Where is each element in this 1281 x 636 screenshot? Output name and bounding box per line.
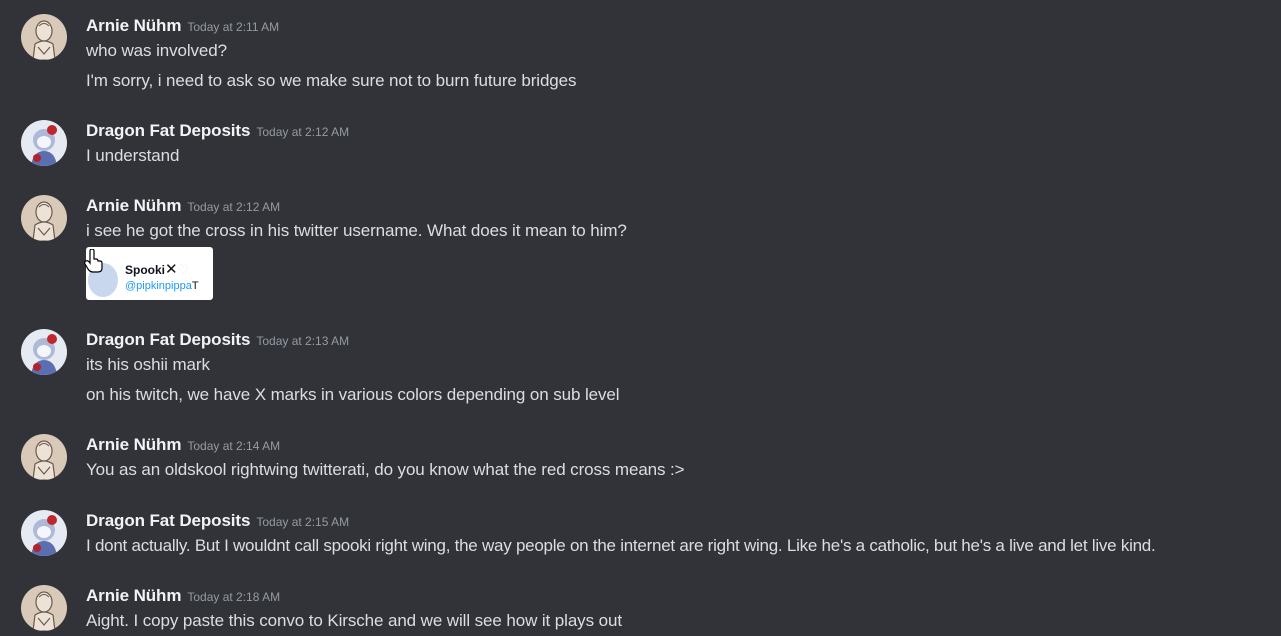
avatar[interactable] — [21, 14, 67, 60]
username[interactable]: Dragon Fat Deposits — [86, 121, 250, 140]
timestamp[interactable]: Today at 2:11 AM — [187, 20, 279, 34]
arnie-avatar-icon — [21, 585, 67, 631]
message-header: Dragon Fat Deposits Today at 2:12 AM — [86, 121, 349, 141]
chat-message-list: Arnie Nühm Today at 2:11 AM who was invol… — [0, 0, 1281, 636]
message-header: Arnie Nühm Today at 2:14 AM — [86, 435, 280, 455]
twitter-handle: @pipkinpippaT — [125, 280, 199, 292]
image-attachment[interactable]: Spooki✕♡ @pipkinpippaT — [86, 247, 213, 300]
message-header: Arnie Nühm Today at 2:12 AM — [86, 196, 280, 216]
message-text: its his oshii mark — [86, 355, 210, 374]
hand-pointer-cursor-icon — [84, 248, 104, 278]
message-header: Dragon Fat Deposits Today at 2:15 AM — [86, 511, 349, 531]
username[interactable]: Dragon Fat Deposits — [86, 330, 250, 349]
avatar[interactable] — [21, 195, 67, 241]
avatar[interactable] — [21, 434, 67, 480]
message-text: I dont actually. But I wouldnt call spoo… — [86, 536, 1156, 555]
timestamp[interactable]: Today at 2:13 AM — [256, 334, 349, 348]
dragon-avatar-icon — [21, 329, 67, 375]
timestamp[interactable]: Today at 2:18 AM — [187, 590, 280, 604]
avatar[interactable] — [21, 329, 67, 375]
message-text: Aight. I copy paste this convo to Kirsch… — [86, 611, 622, 630]
dragon-avatar-icon — [21, 510, 67, 556]
arnie-avatar-icon — [21, 195, 67, 241]
timestamp[interactable]: Today at 2:14 AM — [187, 439, 280, 453]
username[interactable]: Arnie Nühm — [86, 586, 181, 605]
message-text: I'm sorry, i need to ask so we make sure… — [86, 71, 577, 90]
message-text: I understand — [86, 146, 180, 165]
username[interactable]: Arnie Nühm — [86, 196, 181, 215]
avatar[interactable] — [21, 585, 67, 631]
avatar[interactable] — [21, 510, 67, 556]
username[interactable]: Dragon Fat Deposits — [86, 511, 250, 530]
arnie-avatar-icon — [21, 14, 67, 60]
timestamp[interactable]: Today at 2:12 AM — [256, 125, 349, 139]
dragon-avatar-icon — [21, 120, 67, 166]
message-text: who was involved? — [86, 41, 227, 60]
avatar[interactable] — [21, 120, 67, 166]
arnie-avatar-icon — [21, 434, 67, 480]
message-text: on his twitch, we have X marks in variou… — [86, 385, 620, 404]
message-header: Arnie Nühm Today at 2:11 AM — [86, 16, 279, 36]
message-text: You as an oldskool rightwing twitterati,… — [86, 460, 685, 479]
timestamp[interactable]: Today at 2:12 AM — [187, 200, 280, 214]
message-text: i see he got the cross in his twitter us… — [86, 221, 627, 240]
twitter-display-name: Spooki✕♡ — [125, 261, 190, 278]
username[interactable]: Arnie Nühm — [86, 435, 181, 454]
username[interactable]: Arnie Nühm — [86, 16, 181, 35]
message-header: Dragon Fat Deposits Today at 2:13 AM — [86, 330, 349, 350]
message-header: Arnie Nühm Today at 2:18 AM — [86, 586, 280, 606]
timestamp[interactable]: Today at 2:15 AM — [256, 515, 349, 529]
